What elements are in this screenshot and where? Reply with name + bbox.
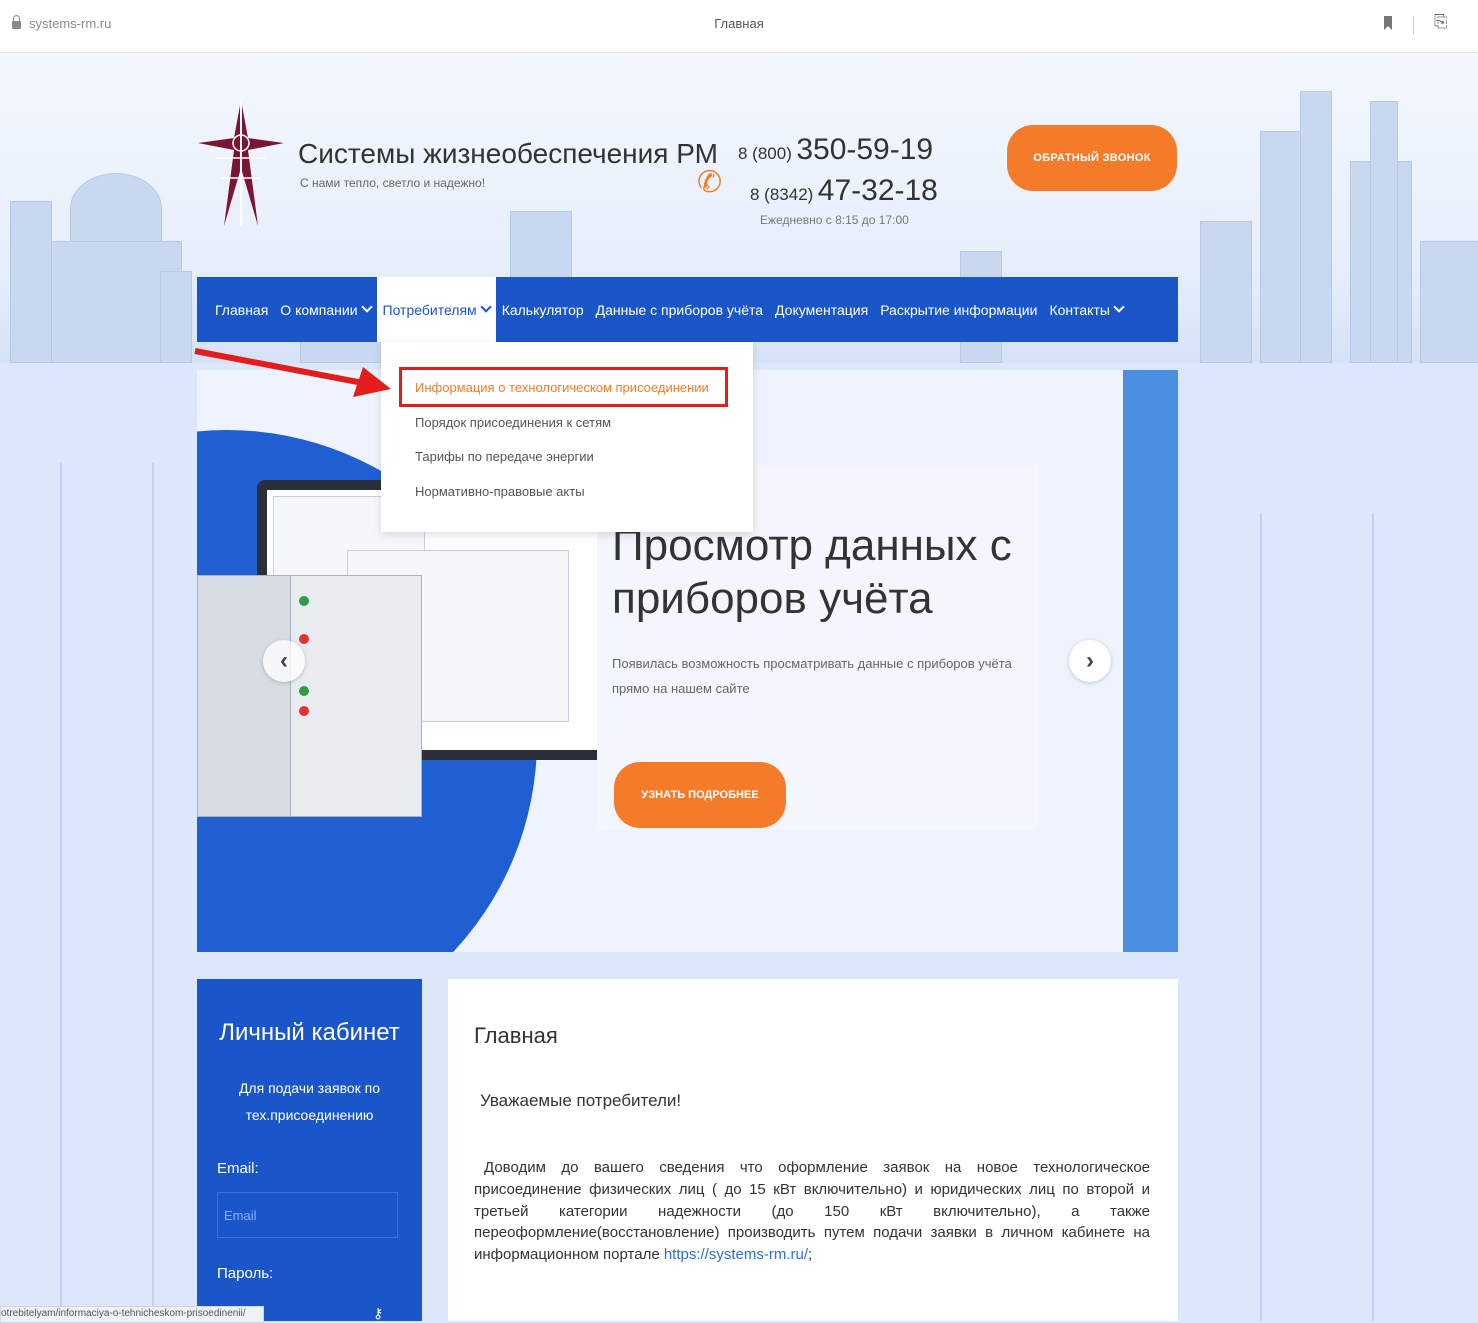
slider-next-button[interactable]: › [1069, 640, 1111, 682]
nav-item-meter-data[interactable]: Данные с приборов учёта [590, 277, 769, 342]
site-slogan: С нами тепло, светло и надежно! [300, 176, 486, 190]
nav-item-consumers[interactable]: Потребителям [376, 277, 496, 342]
greeting-text: Уважаемые потребители! [480, 1091, 682, 1110]
working-hours: Ежедневно с 8:15 до 17:00 [760, 213, 909, 227]
cabinet-title: Личный кабинет [219, 1019, 400, 1046]
key-icon: ⚷ [373, 1305, 384, 1321]
dropdown-item-connection-procedure[interactable]: Порядок присоединения к сетям [415, 415, 611, 430]
chevron-down-icon [360, 300, 373, 313]
chevron-right-icon: › [1086, 647, 1094, 674]
portal-link[interactable]: https://systems-rm.ru/ [664, 1246, 808, 1263]
main-content: Главная Уважаемые потребители! Доводим д… [448, 979, 1178, 1321]
email-field[interactable] [217, 1192, 398, 1238]
announcement-text: Доводим до вашего сведения что оформлени… [474, 1159, 1150, 1263]
nav-item-contacts[interactable]: Контакты [1043, 277, 1128, 342]
email-label: Email: [217, 1160, 259, 1177]
share-icon[interactable]: ⎘ [1434, 12, 1448, 32]
status-bar-url: otrebitelyam/informaciya-o-tehnicheskom-… [0, 1306, 264, 1323]
site-title: Системы жизнеобеспечения РМ [298, 138, 718, 169]
chevron-down-icon [1113, 300, 1125, 313]
annotation-highlight-box [399, 367, 728, 407]
nav-item-home[interactable]: Главная [197, 277, 274, 342]
password-label: Пароль: [217, 1265, 274, 1282]
dropdown-item-legal-acts[interactable]: Нормативно-правовые акты [415, 484, 585, 499]
annotation-arrow [194, 348, 391, 397]
nav-item-about[interactable]: О компании [274, 277, 376, 342]
chevron-left-icon: ‹ [280, 647, 288, 674]
phone-icon: ✆ [697, 166, 723, 199]
learn-more-button[interactable]: УЗНАТЬ ПОДРОБНЕЕ [614, 762, 786, 828]
personal-cabinet-panel: Личный кабинет Для подачи заявок по тех.… [197, 979, 422, 1321]
slider-prev-button[interactable]: ‹ [263, 640, 305, 682]
browser-toolbar: systems-rm.ru Главная ⎘ [0, 0, 1478, 53]
chevron-down-icon [480, 300, 492, 313]
nav-item-disclosure[interactable]: Раскрытие информации [874, 277, 1043, 342]
phone-number-2[interactable]: 8 (8342) 47-32-18 [750, 174, 938, 208]
page-tab-title: Главная [714, 16, 764, 31]
main-nav: Главная О компании Потребителям Калькуля… [197, 277, 1178, 342]
cabinet-subtitle: Для подачи заявок по тех.присоединению [238, 1080, 381, 1123]
nav-item-calculator[interactable]: Калькулятор [496, 277, 590, 342]
page-title: Главная [474, 1023, 558, 1048]
slide-title: Просмотр данных с приборов учёта [612, 521, 1012, 623]
dropdown-item-tariffs[interactable]: Тарифы по передаче энергии [415, 449, 594, 464]
callback-button[interactable]: ОБРАТНЫЙ ЗВОНОК [1007, 125, 1177, 191]
phone-number-1[interactable]: 8 (800) 350-59-19 [738, 133, 933, 167]
toolbar-divider [1413, 16, 1414, 34]
slide-description: Появилась возможность просматривать данн… [612, 656, 1012, 696]
company-logo[interactable] [196, 98, 286, 228]
nav-item-documentation[interactable]: Документация [769, 277, 874, 342]
next-slide-preview [1123, 370, 1178, 952]
